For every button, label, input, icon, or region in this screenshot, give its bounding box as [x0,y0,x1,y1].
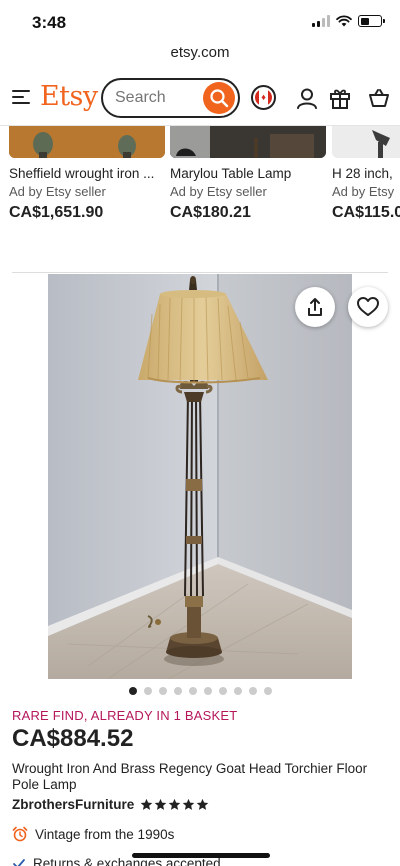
star-icon [182,798,195,810]
etsy-logo[interactable]: Etsy [40,81,98,112]
status-icons [312,15,385,27]
ad-card[interactable]: Marylou Table Lamp Ad by Etsy seller CA$… [170,126,326,222]
ad-card-image[interactable] [170,126,326,158]
gift-icon[interactable] [328,86,352,110]
listing-image[interactable] [48,274,352,679]
battery-level [360,17,370,25]
battery-icon [358,15,385,27]
section-divider [12,272,388,273]
ad-card-label: Ad by Etsy seller [9,184,106,199]
star-icon [154,798,167,810]
pagination-dot[interactable] [143,687,152,695]
cellular-signal-icon [312,15,330,27]
account-icon[interactable] [295,86,319,110]
vintage-text: Vintage from the 1990s [35,826,175,842]
ad-card-price: CA$180.21 [170,204,251,221]
pagination-dot[interactable] [158,687,167,695]
site-header: Etsy ♦ [0,72,400,126]
ad-card[interactable]: H 28 inch, Ad by Etsy CA$115.0 [332,126,400,222]
wifi-icon [336,15,352,27]
canada-flag-icon[interactable]: ♦ [251,85,276,110]
star-icon [140,798,153,810]
pagination-dot[interactable] [203,687,212,695]
scarcity-badge: RARE FIND, ALREADY IN 1 BASKET [12,708,238,723]
ad-card-label: Ad by Etsy [332,184,395,199]
search-button[interactable] [203,82,235,114]
home-indicator[interactable] [132,853,270,858]
image-pagination[interactable] [0,687,400,695]
menu-icon[interactable] [12,90,30,104]
ad-card-price: CA$1,651.90 [9,204,104,221]
listing-title: Wrought Iron And Brass Regency Goat Head… [12,761,368,792]
star-icon [196,798,209,810]
search-icon [210,89,229,108]
ad-card-image[interactable] [332,126,400,158]
pagination-dot[interactable] [233,687,242,695]
star-icon [168,798,181,810]
alarm-clock-icon [12,826,28,842]
ad-card-price: CA$115.0 [332,204,400,221]
address-bar[interactable]: etsy.com [0,44,400,66]
pagination-dot[interactable] [248,687,257,695]
ad-carousel[interactable]: Sheffield wrought iron ... Ad by Etsy se… [0,126,400,226]
ad-card-title: Marylou Table Lamp [170,166,292,181]
favorite-button[interactable] [348,287,388,327]
listing-price: CA$884.52 [12,725,134,752]
share-icon [308,298,322,316]
status-bar: 3:48 [0,0,400,44]
search-input[interactable] [115,89,203,107]
ad-card-title: Sheffield wrought iron ... [9,166,155,181]
check-icon [13,858,25,866]
vintage-info: Vintage from the 1990s [12,826,174,842]
pagination-dot[interactable] [263,687,272,695]
pagination-dot[interactable] [188,687,197,695]
shop-row[interactable]: ZbrothersFurniture [12,797,209,812]
status-time: 3:48 [32,13,67,32]
heart-icon [357,297,379,316]
pagination-dot[interactable] [128,687,137,695]
search-bar[interactable] [101,78,240,118]
cart-icon[interactable] [367,86,391,110]
shop-name[interactable]: ZbrothersFurniture [12,797,134,812]
ad-card-image[interactable] [9,126,165,158]
ad-card-title: H 28 inch, [332,166,393,181]
ad-card-label: Ad by Etsy seller [170,184,267,199]
pagination-dot[interactable] [173,687,182,695]
ad-card[interactable]: Sheffield wrought iron ... Ad by Etsy se… [9,126,165,222]
shop-rating [140,798,209,811]
share-button[interactable] [295,287,335,327]
pagination-dot[interactable] [218,687,227,695]
